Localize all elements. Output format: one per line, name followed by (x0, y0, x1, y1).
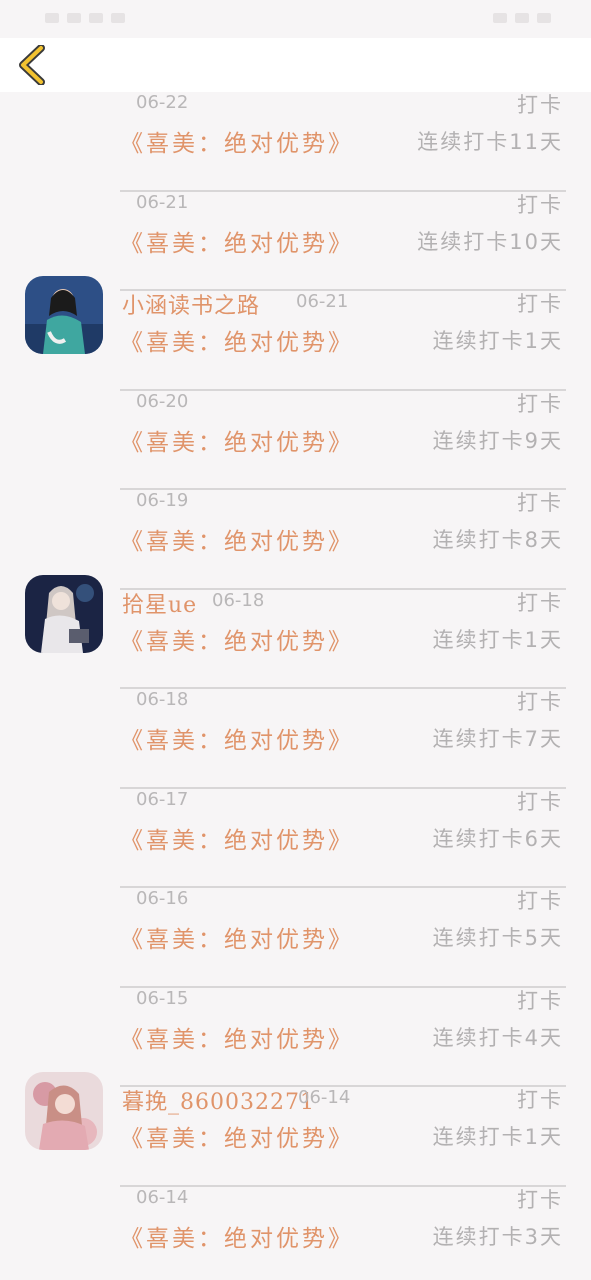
list-item[interactable]: 06-14 打卡 《喜美：绝对优势》 连续打卡3天 (0, 1187, 591, 1280)
avatar[interactable] (25, 276, 103, 354)
checkin-date: 06-22 (136, 92, 189, 113)
user-name[interactable]: 暮挽_860032271 (122, 1084, 315, 1116)
list-item[interactable]: 小涵读书之路 06-21 打卡 《喜美：绝对优势》 连续打卡1天 (0, 276, 591, 391)
user-name[interactable]: 拾星ue (122, 587, 197, 619)
checkin-date: 06-15 (136, 987, 189, 1009)
book-title[interactable]: 《喜美：绝对优势》 (120, 423, 354, 457)
checkin-date: 06-17 (136, 788, 189, 810)
avatar[interactable] (25, 574, 103, 653)
list-item[interactable]: 06-22 打卡 《喜美：绝对优势》 连续打卡11天 (0, 92, 591, 192)
book-title[interactable]: 《喜美：绝对优势》 (120, 1119, 354, 1153)
eye-icon (493, 13, 507, 23)
network-icon (67, 13, 81, 23)
status-right-icons (493, 10, 551, 26)
checkin-date: 06-21 (296, 291, 349, 312)
book-title[interactable]: 《喜美：绝对优势》 (120, 323, 354, 357)
checkin-label: 打卡 (517, 1088, 563, 1112)
streak-text: 连续打卡8天 (432, 528, 563, 552)
notification-icon (111, 13, 125, 23)
streak-text: 连续打卡4天 (432, 1025, 563, 1050)
checkin-date: 06-18 (136, 689, 189, 710)
chevron-left-icon (19, 45, 45, 85)
checkin-label: 打卡 (517, 391, 563, 416)
user-name[interactable]: 小涵读书之路 (122, 288, 260, 320)
checkin-label: 打卡 (517, 889, 563, 913)
signal-icon (45, 13, 59, 23)
checkin-date: 06-20 (136, 390, 189, 412)
streak-text: 连续打卡10天 (417, 229, 563, 254)
book-title[interactable]: 《喜美：绝对优势》 (120, 224, 354, 258)
list-item[interactable]: 暮挽_860032271 06-14 打卡 《喜美：绝对优势》 连续打卡1天 (0, 1072, 591, 1187)
book-title[interactable]: 《喜美：绝对优势》 (120, 522, 354, 556)
checkin-date: 06-14 (298, 1087, 351, 1108)
checkin-date: 06-16 (136, 888, 189, 909)
streak-text: 连续打卡7天 (432, 727, 563, 751)
checkin-date: 06-21 (136, 191, 189, 213)
streak-text: 连续打卡1天 (432, 627, 563, 652)
book-title[interactable]: 《喜美：绝对优势》 (120, 721, 354, 755)
checkin-label: 打卡 (517, 590, 563, 615)
checkin-label: 打卡 (517, 192, 563, 217)
checkin-label: 打卡 (517, 93, 563, 117)
back-button[interactable] (12, 44, 52, 86)
checkin-label: 打卡 (517, 491, 563, 515)
checkin-label: 打卡 (517, 690, 563, 714)
book-title[interactable]: 《喜美：绝对优势》 (120, 1020, 354, 1054)
checkin-label: 打卡 (517, 988, 563, 1013)
streak-text: 连续打卡11天 (417, 130, 563, 154)
status-left-icons (45, 10, 125, 26)
checkin-label: 打卡 (517, 789, 563, 814)
top-header (0, 38, 591, 92)
streak-text: 连续打卡9天 (432, 428, 563, 453)
checkin-list[interactable]: 06-22 打卡 《喜美：绝对优势》 连续打卡11天 06-21 打卡 《喜美：… (0, 92, 591, 1280)
streak-text: 连续打卡1天 (432, 329, 563, 353)
list-item[interactable]: 拾星ue 06-18 打卡 《喜美：绝对优势》 连续打卡1天 (0, 574, 591, 689)
battery-icon (537, 13, 551, 23)
streak-text: 连续打卡3天 (432, 1224, 563, 1249)
checkin-label: 打卡 (517, 1187, 563, 1212)
list-item[interactable]: 06-16 打卡 《喜美：绝对优势》 连续打卡5天 (0, 888, 591, 988)
streak-text: 连续打卡6天 (432, 826, 563, 851)
book-title[interactable]: 《喜美：绝对优势》 (120, 124, 354, 158)
checkin-date: 06-14 (136, 1186, 189, 1208)
list-item[interactable]: 06-18 打卡 《喜美：绝对优势》 连续打卡7天 (0, 689, 591, 789)
book-title[interactable]: 《喜美：绝对优势》 (120, 920, 354, 954)
checkin-date: 06-19 (136, 490, 189, 511)
streak-text: 连续打卡1天 (432, 1125, 563, 1149)
bluetooth-icon (515, 13, 529, 23)
streak-text: 连续打卡5天 (432, 926, 563, 950)
list-item[interactable]: 06-17 打卡 《喜美：绝对优势》 连续打卡6天 (0, 788, 591, 888)
avatar[interactable] (25, 1072, 103, 1150)
book-title[interactable]: 《喜美：绝对优势》 (120, 821, 354, 855)
checkin-label: 打卡 (517, 292, 563, 316)
book-title[interactable]: 《喜美：绝对优势》 (120, 622, 354, 656)
checkin-date: 06-18 (212, 589, 265, 611)
book-title[interactable]: 《喜美：绝对优势》 (120, 1219, 354, 1253)
list-item[interactable]: 06-20 打卡 《喜美：绝对优势》 连续打卡9天 (0, 390, 591, 490)
status-bar (0, 0, 591, 38)
wifi-icon (89, 13, 103, 23)
